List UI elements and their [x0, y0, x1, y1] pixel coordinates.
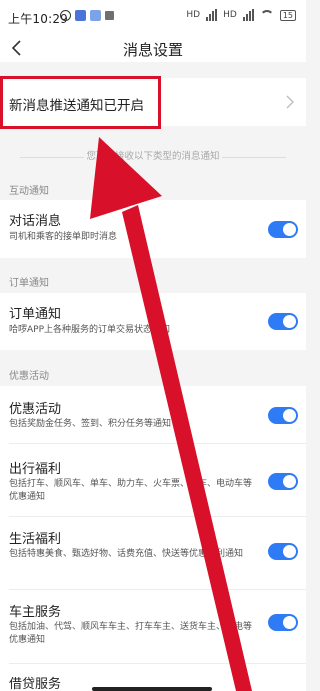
toggle-knob [283, 409, 296, 422]
push-notification-row[interactable]: 新消息推送通知已开启 [0, 78, 306, 126]
setting-row-chat: 对话消息 司机和乘客的接单即时消息 [0, 200, 306, 258]
toggle-switch[interactable] [268, 221, 298, 238]
toggle-switch[interactable] [268, 614, 298, 631]
setting-title: 车主服务 [9, 605, 62, 620]
setting-title: 优惠活动 [9, 402, 62, 417]
section-label-order: 订单通知 [9, 278, 49, 289]
setting-desc: 包括特惠美食、甄选好物、话费充值、快送等优惠福利通知 [9, 549, 244, 559]
app-notification-icon [105, 11, 114, 20]
push-notification-label: 新消息推送通知已开启 [9, 98, 144, 114]
toggle-switch[interactable] [268, 543, 298, 560]
promo-group: 优惠活动 包括奖励金任务、签到、积分任务等通知 出行福利 包括打车、顺风车、单车… [0, 386, 306, 691]
setting-title: 借贷服务 [9, 677, 62, 691]
divider [9, 443, 306, 444]
app-notification-icon [90, 10, 101, 21]
divider [222, 157, 286, 158]
alarm-icon [60, 10, 71, 21]
hint-text: 您可以接收以下类型的消息通知 [86, 151, 220, 162]
setting-desc: 包括奖励金任务、签到、积分任务等通知 [9, 419, 172, 429]
divider [9, 663, 306, 664]
setting-desc: 司机和乘客的接单即时消息 [9, 232, 118, 242]
signal-label-2: HD [223, 10, 237, 20]
status-notification-icons [60, 10, 114, 21]
status-right: HD HD 15 [186, 9, 296, 21]
toggle-switch[interactable] [268, 473, 298, 490]
section-label-interaction: 互动通知 [9, 186, 49, 197]
setting-row-order: 订单通知 哈啰APP上各种服务的订单交易状态通知 [0, 293, 306, 350]
divider [9, 516, 306, 517]
home-indicator [92, 687, 212, 691]
setting-desc: 包括加油、代驾、顺风车车主、打车车主、送货车主、充电等优惠通知 [9, 622, 253, 645]
app-notification-icon [75, 10, 86, 21]
toggle-knob [283, 223, 296, 236]
setting-title: 订单通知 [9, 307, 62, 322]
toggle-knob [283, 475, 296, 488]
page-title: 消息设置 [122, 41, 183, 59]
nav-bar: 消息设置 [0, 34, 306, 62]
signal-label-1: HD [186, 10, 201, 20]
battery-icon: 15 [279, 9, 296, 21]
toggle-knob [283, 545, 296, 558]
setting-desc: 包括打车、顺风车、单车、助力车、火车票、汽车、电动车等优惠通知 [9, 479, 253, 502]
setting-title: 对话消息 [9, 214, 62, 229]
setting-desc: 哈啰APP上各种服务的订单交易状态通知 [9, 325, 171, 335]
setting-title: 生活福利 [9, 532, 62, 547]
signal-icon [242, 9, 254, 21]
signal-icon [206, 9, 218, 21]
divider [9, 589, 306, 590]
chevron-right-icon [286, 95, 294, 109]
toggle-knob [283, 616, 296, 629]
wifi-icon [259, 10, 274, 20]
section-label-promo: 优惠活动 [9, 371, 49, 382]
toggle-knob [283, 315, 296, 328]
toggle-switch[interactable] [268, 313, 298, 330]
status-time: 上午10:29 [8, 12, 68, 26]
setting-title: 出行福利 [9, 462, 62, 477]
toggle-switch[interactable] [268, 407, 298, 424]
status-bar: 上午10:29 HD HD 15 [0, 0, 306, 34]
